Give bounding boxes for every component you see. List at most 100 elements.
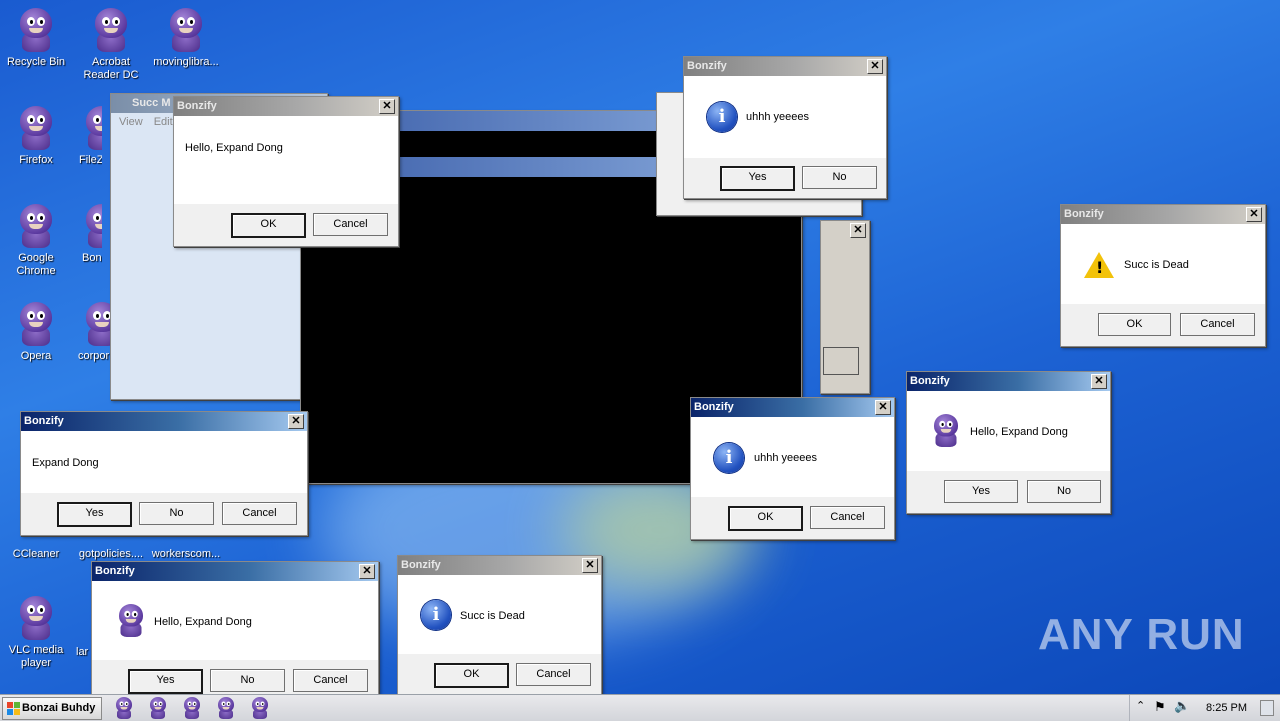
dialog-titlebar[interactable]: Bonzify ✕: [174, 97, 398, 116]
clock[interactable]: 8:25 PM: [1206, 695, 1247, 721]
start-label: Bonzai Buhdy: [22, 702, 96, 714]
bonzi-icon[interactable]: [148, 697, 170, 719]
ok-button[interactable]: OK: [434, 663, 509, 688]
close-icon[interactable]: ✕: [359, 564, 375, 579]
dialog-message: Expand Dong: [32, 457, 99, 469]
bonzi-icon: [16, 302, 56, 346]
bonzi-icon: [116, 604, 146, 637]
desktop-icon-workerscom[interactable]: workerscom...: [150, 548, 222, 561]
desktop-icon-corpor[interactable]: corpor: [62, 302, 110, 363]
close-icon[interactable]: ✕: [1246, 207, 1262, 222]
yes-button[interactable]: Yes: [128, 669, 203, 694]
cancel-button[interactable]: Cancel: [810, 506, 885, 529]
bonzi-icon: [931, 414, 961, 447]
dialog-succ-info[interactable]: Bonzify ✕ i Succ is Dead OK Cancel: [397, 555, 602, 694]
dialog-footer: OK Cancel: [174, 204, 398, 246]
cancel-button[interactable]: Cancel: [222, 502, 297, 525]
dialog-message: Succ is Dead: [460, 610, 525, 622]
ok-button[interactable]: OK: [1098, 313, 1171, 336]
close-icon[interactable]: ✕: [1091, 374, 1107, 389]
menu-view[interactable]: View: [119, 116, 143, 128]
bonzi-icon: [16, 204, 56, 248]
system-tray: ⌃ ⚑ 🔈 8:25 PM: [1129, 695, 1280, 721]
desktop-icon-recycle-bin[interactable]: Recycle Bin: [0, 8, 72, 69]
close-icon[interactable]: ✕: [288, 414, 304, 429]
bonzi-icon: [166, 8, 206, 52]
dialog-title: Bonzify: [694, 401, 734, 413]
info-icon: i: [714, 443, 744, 473]
ok-button[interactable]: OK: [231, 213, 306, 238]
cancel-button[interactable]: Cancel: [293, 669, 368, 692]
background-dialog: ✕: [820, 220, 870, 394]
ok-button[interactable]: OK: [728, 506, 803, 531]
dialog-titlebar[interactable]: Bonzify ✕: [691, 398, 894, 417]
dialog-succ-warning[interactable]: Bonzify ✕ ! Succ is Dead OK Cancel: [1060, 204, 1266, 347]
dialog-expand-yes-no-cancel[interactable]: Bonzify ✕ Expand Dong Yes No Cancel: [20, 411, 308, 536]
chevron-up-icon[interactable]: ⌃: [1136, 699, 1145, 712]
close-icon[interactable]: ✕: [875, 400, 891, 415]
taskbar: Bonzai Buhdy ⌃ ⚑ 🔈 8:25 PM: [0, 694, 1280, 721]
cancel-button[interactable]: Cancel: [516, 663, 591, 686]
flag-icon[interactable]: ⚑: [1154, 699, 1166, 715]
yes-button[interactable]: Yes: [57, 502, 132, 527]
dialog-titlebar[interactable]: Bonzify ✕: [398, 556, 601, 575]
desktop-icon-gotpolicies[interactable]: gotpolicies....: [75, 548, 147, 561]
desktop-icon-bonzi[interactable]: Bonzi: [62, 204, 102, 265]
cancel-button[interactable]: Cancel: [313, 213, 388, 236]
dialog-hello-ok-cancel[interactable]: Bonzify ✕ Hello, Expand Dong OK Cancel: [173, 96, 399, 247]
warning-icon: !: [1084, 252, 1114, 278]
dialog-message: Hello, Expand Dong: [185, 142, 283, 154]
dialog-message: Succ is Dead: [1124, 259, 1189, 271]
dialog-button[interactable]: [823, 347, 859, 375]
close-icon[interactable]: ✕: [379, 99, 395, 114]
desktop-icon-movinglibra[interactable]: movinglibra...: [150, 8, 222, 69]
dialog-uhhh-yes-no[interactable]: Bonzify ✕ i uhhh yeeees Yes No: [683, 56, 887, 199]
no-button[interactable]: No: [1027, 480, 1101, 503]
dialog-footer: Yes No: [907, 471, 1110, 513]
desktop-icon-filezilla[interactable]: FileZilla: [62, 106, 102, 167]
dialog-titlebar[interactable]: Bonzify ✕: [907, 372, 1110, 391]
dialog-message: uhhh yeeees: [754, 452, 817, 464]
info-icon: i: [707, 102, 737, 132]
yes-button[interactable]: Yes: [944, 480, 1018, 503]
bonzi-icon[interactable]: [182, 697, 204, 719]
desktop-icon-label: workerscom...: [151, 548, 221, 560]
no-button[interactable]: No: [802, 166, 877, 189]
dialog-titlebar[interactable]: Bonzify ✕: [21, 412, 307, 431]
dialog-hello-yes-no[interactable]: Bonzify ✕ Hello, Expand Dong Yes No: [906, 371, 1111, 514]
dialog-footer: OK Cancel: [691, 497, 894, 539]
desktop-icon-acrobat[interactable]: Acrobat Reader DC: [75, 8, 147, 82]
dialog-footer: Yes No Cancel: [92, 660, 378, 694]
close-icon[interactable]: ✕: [867, 59, 883, 74]
desktop-icon-label: Acrobat Reader DC: [83, 56, 139, 81]
dialog-hello-yes-no-cancel[interactable]: Bonzify ✕ Hello, Expand Dong Yes No Cance…: [91, 561, 379, 694]
no-button[interactable]: No: [139, 502, 214, 525]
bonzi-icon[interactable]: [114, 697, 136, 719]
cancel-button[interactable]: Cancel: [1180, 313, 1255, 336]
dialog-footer: OK Cancel: [398, 654, 601, 694]
show-desktop-button[interactable]: [1260, 700, 1274, 716]
dialog-message: Hello, Expand Dong: [154, 616, 252, 628]
bonzi-icon[interactable]: [216, 697, 238, 719]
dialog-titlebar[interactable]: Bonzify ✕: [92, 562, 378, 581]
dialog-uhhh-ok-cancel[interactable]: Bonzify ✕ i uhhh yeeees OK Cancel: [690, 397, 895, 540]
yes-button[interactable]: Yes: [720, 166, 795, 191]
bonzi-icon: [16, 106, 56, 150]
menu-edit[interactable]: Edit: [154, 116, 173, 128]
dialog-title: Bonzify: [95, 565, 135, 577]
desktop-icon-lar[interactable]: lar: [62, 646, 92, 659]
dialog-message: uhhh yeeees: [746, 111, 809, 123]
close-icon[interactable]: ✕: [850, 223, 866, 238]
start-button[interactable]: Bonzai Buhdy: [2, 697, 102, 720]
speaker-icon[interactable]: 🔈: [1174, 698, 1190, 714]
dialog-title: Bonzify: [24, 415, 64, 427]
close-icon[interactable]: ✕: [582, 558, 598, 573]
no-button[interactable]: No: [210, 669, 285, 692]
dialog-footer: Yes No: [684, 158, 886, 198]
dialog-titlebar[interactable]: Bonzify ✕: [1061, 205, 1265, 224]
desktop-icon-label: FileZilla: [79, 154, 102, 166]
dialog-footer: Yes No Cancel: [21, 493, 307, 535]
desktop-icon-ccleaner[interactable]: CCleaner: [0, 548, 72, 561]
dialog-titlebar[interactable]: Bonzify ✕: [684, 57, 886, 76]
bonzi-icon[interactable]: [250, 697, 272, 719]
